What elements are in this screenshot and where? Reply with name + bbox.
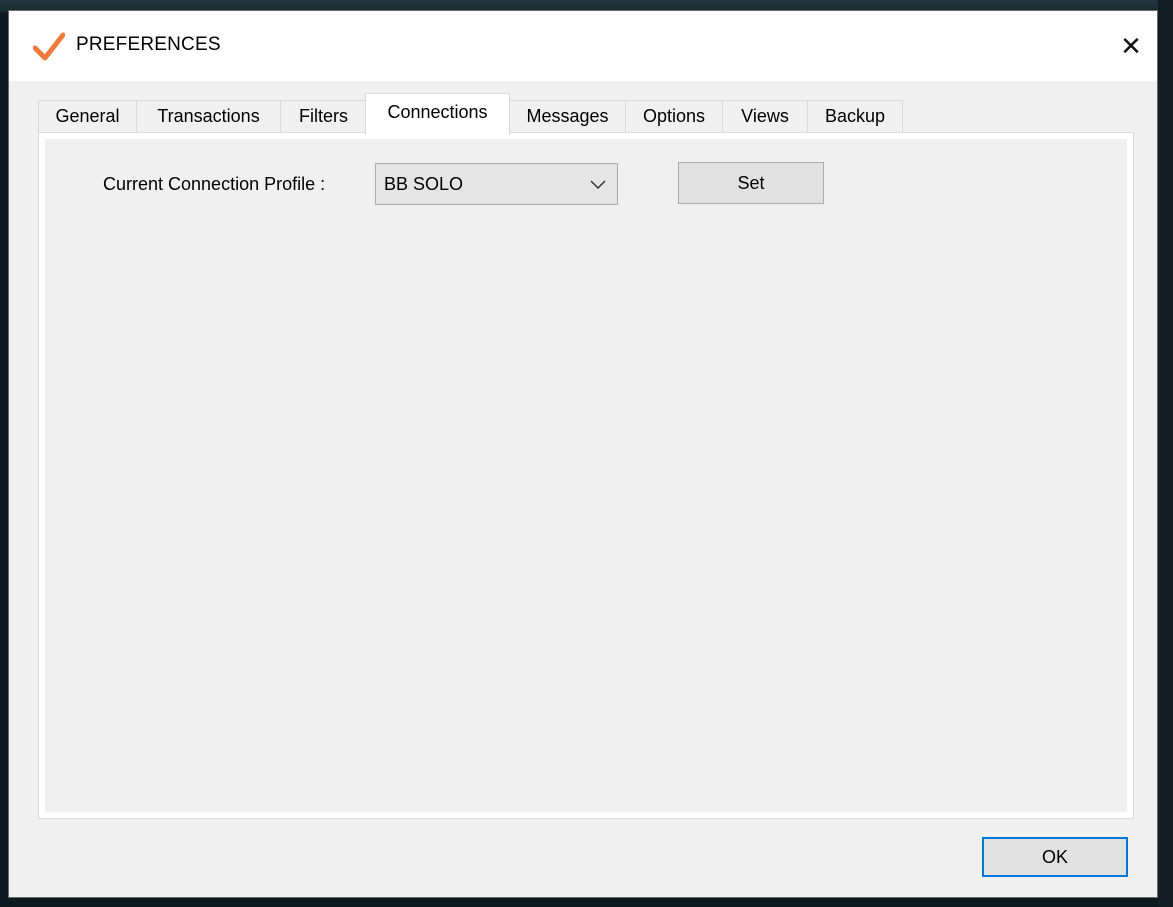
connection-profile-value: BB SOLO [384, 174, 464, 194]
window-title: PREFERENCES [76, 34, 221, 55]
ok-button[interactable]: OK [982, 837, 1128, 877]
set-button[interactable]: Set [678, 162, 824, 204]
connection-profile-label: Current Connection Profile : [103, 174, 326, 194]
connections-panel-body [45, 139, 1127, 812]
tab-filters[interactable]: Filters [280, 100, 367, 132]
tab-backup[interactable]: Backup [807, 100, 903, 132]
checkmark-icon [33, 32, 65, 61]
tab-strip: General Transactions Filters Connections… [38, 93, 1128, 135]
close-button[interactable]: ✕ [1113, 29, 1149, 63]
connection-profile-dropdown[interactable]: BB SOLO [375, 163, 618, 205]
title-bar[interactable]: PREFERENCES ✕ [9, 11, 1157, 81]
tab-views[interactable]: Views [722, 100, 808, 132]
tab-transactions[interactable]: Transactions [136, 100, 281, 132]
chevron-down-icon [590, 180, 606, 190]
preferences-dialog: PREFERENCES ✕ General Transactions Filte… [8, 10, 1158, 898]
tab-general[interactable]: General [38, 100, 137, 132]
tab-connections[interactable]: Connections [365, 93, 510, 135]
connections-panel [38, 132, 1134, 819]
tab-options[interactable]: Options [625, 100, 723, 132]
close-icon: ✕ [1120, 31, 1142, 61]
tab-messages[interactable]: Messages [509, 100, 626, 132]
background-desktop-edge [1158, 0, 1173, 907]
